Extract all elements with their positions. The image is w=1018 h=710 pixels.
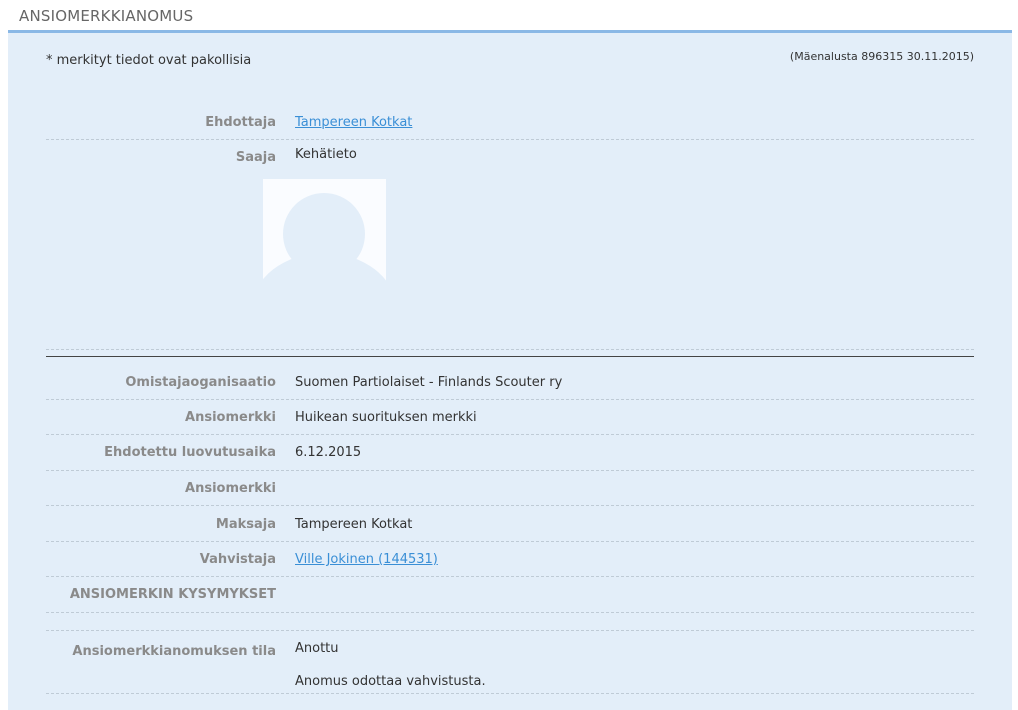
saaja-value: Kehätieto: [295, 147, 357, 162]
ehdottaja-link[interactable]: Tampereen Kotkat: [295, 115, 412, 130]
row-ehdottaja: Ehdottaja Tampereen Kotkat: [46, 113, 974, 140]
maksaja-label: Maksaja: [215, 517, 276, 532]
page-title: ANSIOMERKKIANOMUS: [19, 7, 194, 25]
luovutusaika-value: 6.12.2015: [295, 445, 362, 460]
row-vahvistaja: Vahvistaja Ville Jokinen (144531): [46, 542, 974, 577]
ansiomerkki-label: Ansiomerkki: [185, 410, 276, 425]
ansiomerkki2-label: Ansiomerkki: [185, 481, 276, 496]
ehdottaja-label: Ehdottaja: [205, 115, 276, 130]
row-luovutusaika: Ehdotettu luovutusaika 6.12.2015: [46, 435, 974, 471]
row-ansiomerkki-2: Ansiomerkki: [46, 471, 974, 506]
row-tila: Ansiomerkkianomuksen tila Anottu Anomus …: [46, 631, 974, 694]
row-omistaja: Omistajaoganisaatio Suomen Partiolaiset …: [46, 367, 974, 400]
vahvistaja-link[interactable]: Ville Jokinen (144531): [295, 552, 438, 567]
form-panel: * merkityt tiedot ovat pakollisia (Mäena…: [8, 30, 1012, 710]
row-maksaja: Maksaja Tampereen Kotkat: [46, 506, 974, 542]
row-ansiomerkki: Ansiomerkki Huikean suorituksen merkki: [46, 400, 974, 435]
saaja-label: Saaja: [235, 150, 276, 165]
tila-status-text: Anomus odottaa vahvistusta.: [295, 674, 486, 689]
ansiomerkki-value: Huikean suorituksen merkki: [295, 410, 477, 425]
section-divider: [46, 356, 974, 357]
row-kysymykset: ANSIOMERKIN KYSYMYKSET: [46, 577, 974, 613]
user-placeholder-icon: [263, 179, 386, 292]
luovutusaika-label: Ehdotettu luovutusaika: [104, 445, 276, 460]
omistaja-label: Omistajaoganisaatio: [125, 375, 276, 390]
record-meta: (Mäenalusta 896315 30.11.2015): [789, 50, 974, 63]
row-saaja: Saaja Kehätieto: [46, 140, 974, 350]
vahvistaja-label: Vahvistaja: [199, 552, 276, 567]
tila-label: Ansiomerkkianomuksen tila: [72, 644, 276, 659]
required-note: * merkityt tiedot ovat pakollisia: [46, 53, 252, 68]
maksaja-value: Tampereen Kotkat: [295, 517, 413, 532]
tila-value: Anottu: [295, 641, 339, 656]
kysymykset-heading: ANSIOMERKIN KYSYMYKSET: [69, 587, 276, 602]
omistaja-value: Suomen Partiolaiset - Finlands Scouter r…: [295, 375, 563, 390]
row-spacer: [46, 613, 974, 631]
